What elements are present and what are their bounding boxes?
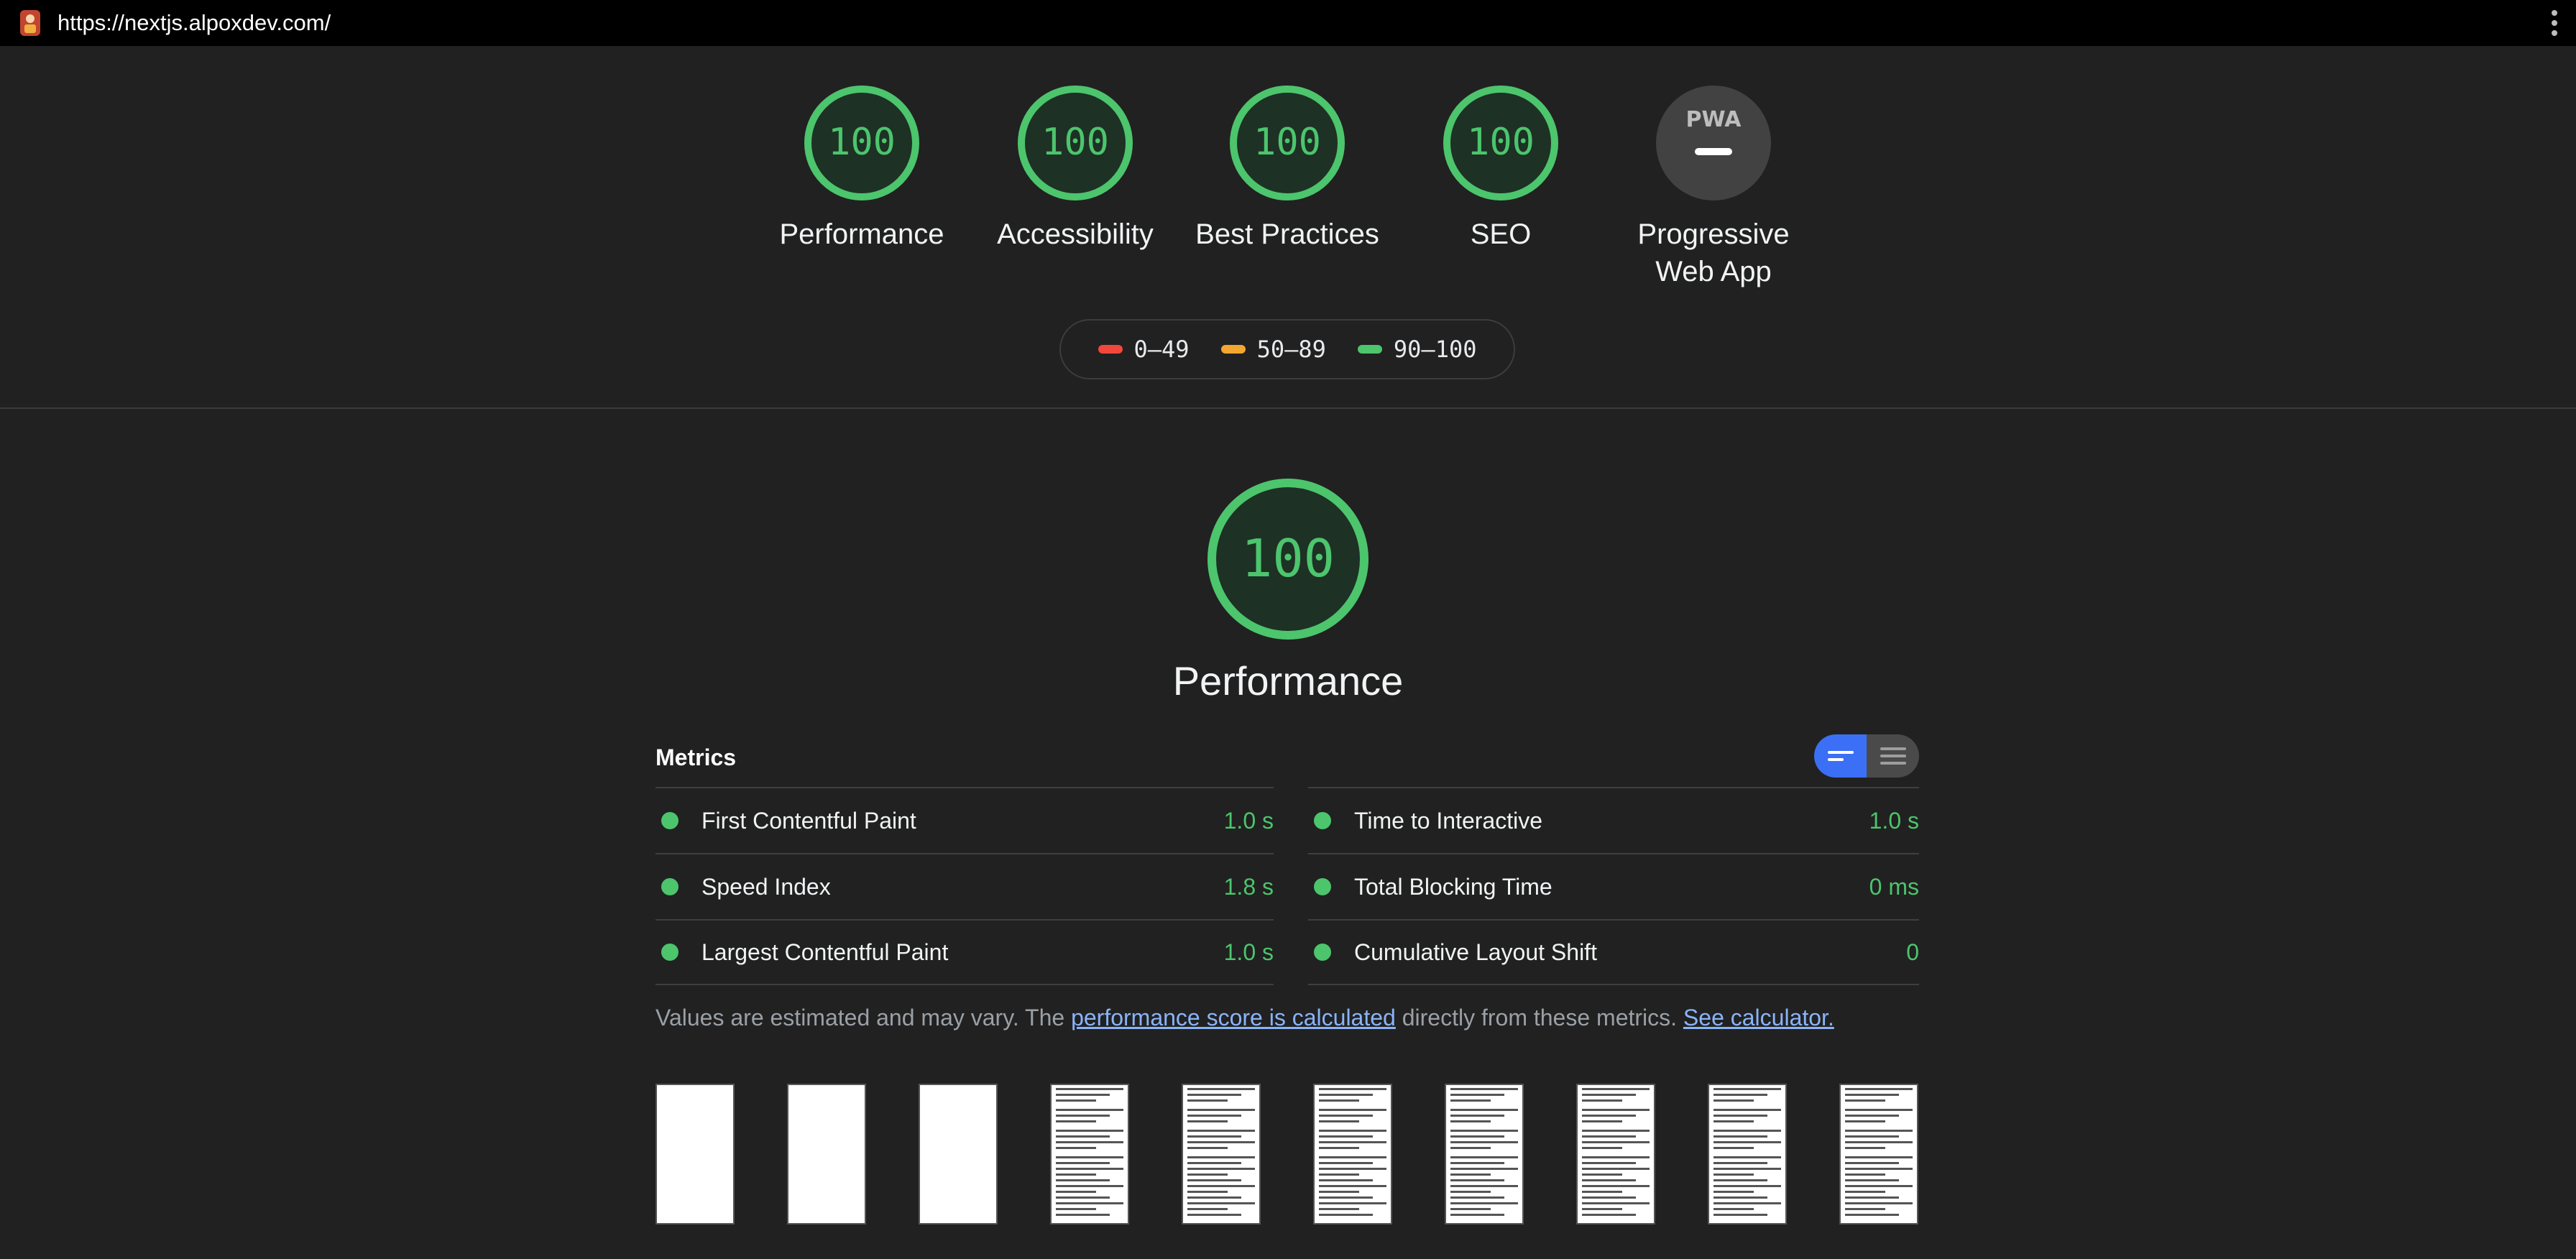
pass-indicator-icon (1314, 812, 1331, 829)
legend-item-pass: 90–100 (1357, 336, 1477, 363)
score-legend: 0–49 50–89 90–100 (1059, 319, 1515, 379)
gauge-label: Accessibility (997, 218, 1154, 250)
filmstrip-frame-content (1313, 1084, 1392, 1225)
gauge-score: 100 (1041, 121, 1109, 164)
gauge-ring: 100 (804, 86, 919, 200)
gauge-pwa[interactable]: PWA Progressive Web App (1613, 85, 1814, 290)
gauge-label: SEO (1470, 218, 1532, 250)
metric-row: Total Blocking Time 0 ms (1308, 853, 1919, 919)
gauge-score: 100 (1241, 528, 1335, 589)
pass-indicator-icon (661, 812, 678, 829)
metric-name: First Contentful Paint (702, 807, 916, 834)
metrics-view-toggle[interactable] (1814, 734, 1919, 778)
performance-title: Performance (1172, 658, 1404, 704)
gauge-ring: 100 (1230, 86, 1345, 200)
metric-value: 0 ms (1869, 873, 1919, 900)
pwa-badge-text: PWA (1686, 107, 1742, 132)
browser-address-bar: https://nextjs.alpoxdev.com/ (0, 0, 2576, 46)
metric-row: Speed Index 1.8 s (656, 853, 1274, 919)
app-favicon-icon (20, 10, 40, 36)
metric-name: Cumulative Layout Shift (1354, 939, 1597, 965)
filmstrip-frame-content (1708, 1084, 1787, 1225)
note-text: Values are estimated and may vary. The (656, 1005, 1072, 1030)
legend-label: 90–100 (1393, 336, 1477, 363)
metric-row: First Contentful Paint 1.0 s (656, 787, 1274, 853)
filmstrip-frame-content (1050, 1084, 1129, 1225)
gauge-seo[interactable]: 100 SEO (1414, 85, 1587, 253)
gauge-label: Best Practices (1195, 218, 1379, 250)
metrics-heading: Metrics (656, 744, 737, 770)
metric-value: 0 (1906, 939, 1919, 965)
metrics-column-right: Time to Interactive 1.0 s Total Blocking… (1308, 787, 1919, 985)
metric-name: Total Blocking Time (1354, 873, 1552, 900)
legend-item-fail: 0–49 (1098, 336, 1190, 363)
metric-name: Largest Contentful Paint (702, 939, 949, 965)
filmstrip-frame-blank (919, 1084, 998, 1225)
legend-swatch-orange (1220, 345, 1246, 354)
pass-indicator-icon (661, 944, 678, 961)
pass-indicator-icon (661, 878, 678, 895)
metric-name: Speed Index (702, 873, 831, 900)
gauge-label-line2: Web App (1655, 256, 1772, 287)
gauge-score: 100 (1254, 121, 1321, 164)
gauge-accessibility[interactable]: 100 Accessibility (989, 85, 1162, 253)
metric-value: 1.8 s (1223, 873, 1274, 900)
expanded-view-button[interactable] (1867, 734, 1919, 778)
score-calculated-link[interactable]: performance score is calculated (1071, 1005, 1396, 1030)
gauge-best-practices[interactable]: 100 Best Practices (1187, 85, 1388, 253)
metric-value: 1.0 s (1223, 939, 1274, 965)
compact-view-button[interactable] (1814, 734, 1867, 778)
metric-row: Largest Contentful Paint 1.0 s (656, 919, 1274, 985)
filmstrip-frame-content (1182, 1084, 1261, 1225)
metric-value: 1.0 s (1869, 807, 1919, 834)
legend-label: 50–89 (1256, 336, 1326, 363)
filmstrip-frame-blank (656, 1084, 735, 1225)
gauge-score: 100 (828, 121, 896, 164)
gauge-label: Performance (779, 218, 944, 250)
gauge-ring: 100 (1018, 86, 1133, 200)
metric-value: 1.0 s (1223, 807, 1274, 834)
filmstrip-frame-content (1839, 1084, 1918, 1225)
performance-gauge-large: 100 Performance (1144, 478, 1432, 706)
legend-swatch-red (1098, 345, 1123, 354)
gauge-score: 100 (1467, 121, 1535, 164)
filmstrip-frame-blank (787, 1084, 866, 1225)
kebab-menu-icon[interactable] (2550, 10, 2559, 36)
metric-row: Time to Interactive 1.0 s (1308, 787, 1919, 853)
metrics-note: Values are estimated and may vary. The p… (656, 1005, 1834, 1031)
legend-item-average: 50–89 (1220, 336, 1326, 363)
pwa-badge-icon: PWA (1656, 86, 1771, 200)
metric-row: Cumulative Layout Shift 0 (1308, 919, 1919, 985)
metrics-column-left: First Contentful Paint 1.0 s Speed Index… (656, 787, 1274, 985)
gauge-label-line1: Progressive (1637, 218, 1790, 250)
legend-label: 0–49 (1133, 336, 1190, 363)
filmstrip-frame-content (1576, 1084, 1655, 1225)
gauge-performance[interactable]: 100 Performance (776, 85, 948, 253)
url-text[interactable]: https://nextjs.alpoxdev.com/ (58, 10, 331, 36)
gauge-ring: 100 (1208, 479, 1368, 640)
note-text: directly from these metrics. (1395, 1005, 1683, 1030)
see-calculator-link[interactable]: See calculator. (1683, 1005, 1834, 1030)
legend-swatch-green (1357, 345, 1382, 354)
pass-indicator-icon (1314, 878, 1331, 895)
section-divider (0, 407, 2576, 409)
filmstrip-frame-content (1445, 1084, 1524, 1225)
pass-indicator-icon (1314, 944, 1331, 961)
gauge-ring: 100 (1443, 86, 1558, 200)
metric-name: Time to Interactive (1354, 807, 1543, 834)
